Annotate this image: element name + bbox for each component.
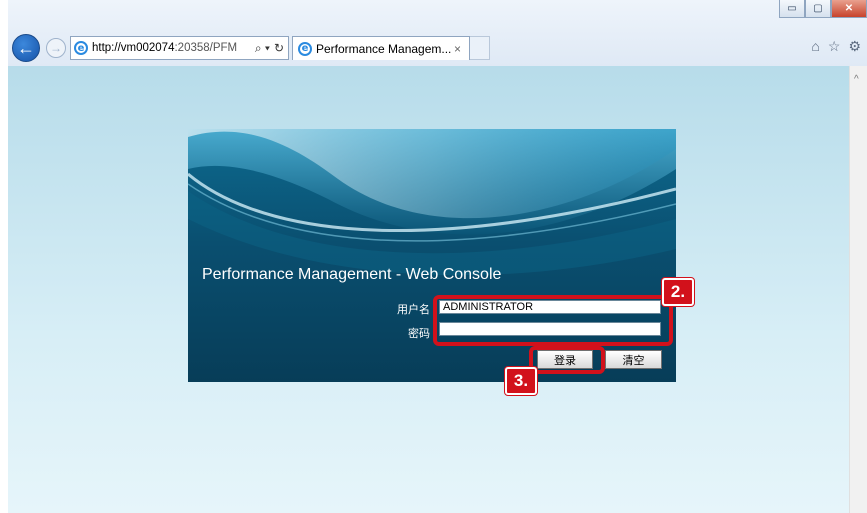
favorites-star-icon[interactable]: ☆ (828, 38, 841, 55)
refresh-icon[interactable]: ↻ (274, 41, 284, 55)
close-window-button[interactable]: ✕ (831, 0, 867, 18)
scroll-up-icon[interactable]: ^ (854, 74, 859, 85)
browser-window: ▭ ▢ ✕ ← → e http://vm002074:20358/PFM ⌕ … (0, 0, 867, 513)
username-label: 用户名 (397, 304, 430, 316)
step-2-badge: 2. (662, 278, 694, 306)
page-title: Performance Management - Web Console (202, 266, 502, 283)
tab-close-icon[interactable]: × (454, 42, 461, 56)
search-icon[interactable]: ⌕ ▾ (255, 41, 270, 56)
back-button[interactable]: ← (12, 34, 40, 62)
highlight-login-button (529, 346, 605, 374)
ie-page-icon: e (74, 41, 88, 55)
vertical-scrollbar[interactable]: ^ (849, 66, 867, 513)
highlight-credentials (433, 295, 673, 346)
password-label: 密码 (408, 328, 430, 340)
forward-button[interactable]: → (46, 38, 66, 58)
tab-performance-management[interactable]: e Performance Managem... × (292, 36, 470, 60)
maximize-button[interactable]: ▢ (805, 0, 831, 18)
window-edge (0, 0, 8, 513)
tab-title: Performance Managem... (316, 41, 452, 56)
browser-toolbar: ▭ ▢ ✕ ← → e http://vm002074:20358/PFM ⌕ … (8, 0, 867, 66)
new-tab-button[interactable] (470, 36, 490, 60)
ie-tab-icon: e (298, 41, 312, 56)
step-3-badge: 3. (505, 367, 537, 395)
url-host: http://vm002074 (92, 42, 175, 54)
settings-gear-icon[interactable]: ⚙ (848, 38, 861, 55)
browser-tools: ⌂ ☆ ⚙ (811, 38, 861, 55)
address-bar[interactable]: e http://vm002074:20358/PFM ⌕ ▾ ↻ (70, 36, 289, 60)
minimize-button[interactable]: ▭ (779, 0, 805, 18)
url-path: :20358/PFM (174, 42, 238, 54)
clear-button[interactable]: 清空 (605, 350, 662, 369)
home-icon[interactable]: ⌂ (811, 38, 819, 55)
window-controls: ▭ ▢ ✕ (779, 0, 867, 20)
